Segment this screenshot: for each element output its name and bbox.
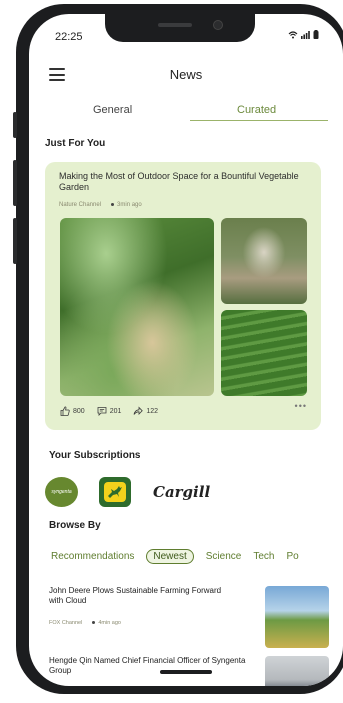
volume-up-button [13, 160, 17, 206]
notch [105, 14, 255, 42]
like-count: 800 [73, 407, 85, 415]
filter-newest[interactable]: Newest [146, 549, 194, 564]
news-time: 4min ago [98, 620, 121, 626]
tab-general[interactable]: General [93, 104, 132, 116]
deer-icon [104, 482, 126, 502]
comment-button[interactable]: 201 [97, 406, 122, 416]
news-meta: FOX Channel 4min ago [49, 620, 121, 626]
share-button[interactable]: 122 [133, 406, 158, 416]
news-time-wrapper: 4min ago [92, 620, 121, 626]
article-source: Nature Channel [59, 202, 102, 208]
article-meta: Nature Channel 3min ago [59, 202, 142, 208]
news-source: FOX Channel [49, 620, 83, 626]
news-list-item[interactable]: John Deere Plows Sustainable Farming For… [49, 586, 329, 650]
filter-politics[interactable]: Po [286, 551, 298, 562]
volume-down-button [13, 218, 17, 264]
tab-curated[interactable]: Curated [237, 104, 276, 116]
status-icons [288, 30, 319, 39]
dot-separator [111, 202, 115, 206]
share-count: 122 [146, 407, 159, 415]
battery-icon [313, 30, 319, 39]
more-options-icon[interactable]: ••• [295, 401, 307, 411]
share-icon [133, 406, 144, 415]
active-tab-indicator [190, 120, 328, 121]
comment-icon [97, 407, 107, 416]
front-camera [213, 20, 223, 30]
garden-photo-rows[interactable] [221, 310, 307, 396]
filter-tech[interactable]: Tech [253, 551, 274, 562]
news-thumbnail-portrait[interactable] [265, 656, 329, 686]
wifi-icon [288, 30, 298, 38]
article-time: 3min ago [117, 202, 142, 208]
article-title[interactable]: Making the Most of Outdoor Space for a B… [59, 171, 309, 193]
section-heading-subscriptions: Your Subscriptions [49, 450, 141, 461]
browse-filter-row: Recommendations Newest Science Tech Po [51, 549, 299, 564]
news-title[interactable]: John Deere Plows Sustainable Farming For… [49, 586, 229, 606]
news-title[interactable]: Hengde Qin Named Chief Financial Officer… [49, 656, 249, 676]
news-thumbnail-tractor[interactable] [265, 586, 329, 648]
garden-photo-main[interactable] [60, 218, 214, 396]
john-deere-logo[interactable] [99, 477, 131, 507]
like-button[interactable]: 800 [60, 406, 85, 416]
thumbs-up-icon [60, 406, 70, 416]
section-heading-browse: Browse By [49, 520, 101, 531]
cargill-logo[interactable]: Cargill [153, 477, 213, 507]
mute-switch [13, 112, 17, 138]
speaker-grille [158, 23, 192, 27]
status-time: 22:25 [55, 31, 83, 43]
filter-science[interactable]: Science [206, 551, 242, 562]
featured-article-card[interactable]: Making the Most of Outdoor Space for a B… [45, 162, 321, 430]
article-time-wrapper: 3min ago [111, 202, 142, 208]
dot-separator [92, 621, 96, 625]
app-screen: 22:25 News General Curated Just For You … [29, 14, 343, 686]
filter-recommendations[interactable]: Recommendations [51, 551, 134, 562]
section-heading-for-you: Just For You [45, 138, 106, 149]
comment-count: 201 [109, 407, 122, 415]
syngenta-logo[interactable]: syngenta [45, 477, 78, 507]
signal-icon [301, 30, 310, 39]
page-title: News [169, 67, 203, 82]
garden-photo-path[interactable] [221, 218, 307, 304]
article-stats: 800 201 122 [60, 406, 158, 416]
home-indicator[interactable] [160, 670, 212, 674]
